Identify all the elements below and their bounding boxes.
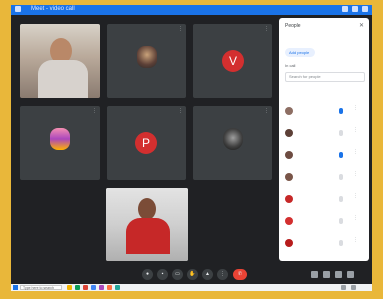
taskbar-search[interactable]: Type here to search	[20, 285, 62, 290]
list-item[interactable]: ⋮	[283, 171, 365, 183]
avatar	[285, 173, 293, 181]
more-icon: ⋮	[220, 271, 225, 277]
list-item[interactable]: ⋮	[283, 193, 365, 205]
more-options-icon[interactable]: ⋮	[353, 150, 358, 155]
window-title: Meet - video call	[31, 6, 75, 12]
participant-avatar: V	[222, 50, 244, 72]
more-button[interactable]: ⋮	[217, 269, 228, 280]
mic-off-icon	[339, 174, 343, 180]
mic-icon	[339, 108, 343, 114]
taskbar-search-placeholder: Type here to search	[23, 286, 54, 290]
mic-icon	[339, 152, 343, 158]
participant-tile[interactable]: ⋮	[193, 106, 272, 180]
add-people-label: Add people	[289, 50, 310, 55]
camera-icon: ▪	[161, 271, 164, 277]
participant-tile[interactable]: ⋮	[20, 106, 100, 180]
more-options-icon[interactable]: ⋮	[178, 27, 183, 32]
activities-icon[interactable]	[347, 271, 354, 278]
system-tray-icon[interactable]	[341, 285, 346, 290]
panel-title: People	[285, 23, 301, 29]
clock-icon[interactable]	[351, 285, 356, 290]
participant-avatar	[223, 128, 243, 150]
end-call-icon: ✆	[237, 271, 243, 277]
participant-avatar: P	[135, 132, 157, 154]
avatar	[285, 151, 293, 159]
people-panel: People ✕ Add people In call Search for p…	[279, 18, 369, 261]
avatar	[285, 239, 293, 247]
participant-tile[interactable]	[20, 24, 100, 98]
captions-icon: ▭	[175, 271, 180, 277]
participant-tile[interactable]: V ⋮	[193, 24, 272, 98]
avatar	[285, 107, 293, 115]
participant-tile[interactable]: ⋮	[107, 24, 186, 98]
close-icon[interactable]	[362, 6, 368, 12]
more-options-icon[interactable]: ⋮	[353, 238, 358, 243]
more-options-icon[interactable]: ⋮	[178, 109, 183, 114]
more-options-icon[interactable]: ⋮	[353, 216, 358, 221]
mic-off-icon	[339, 130, 343, 136]
app-icon[interactable]	[91, 285, 96, 290]
end-call-button[interactable]: ✆	[233, 269, 247, 280]
avatar	[285, 195, 293, 203]
search-input[interactable]: Search for people	[285, 72, 365, 82]
list-item[interactable]: ⋮	[283, 105, 365, 117]
close-icon[interactable]: ✕	[359, 22, 364, 29]
minimize-icon[interactable]	[342, 6, 348, 12]
present-button[interactable]: ▲	[202, 269, 213, 280]
taskbar: Type here to search	[11, 284, 372, 291]
windows-start-icon[interactable]	[13, 285, 18, 290]
more-options-icon[interactable]: ⋮	[353, 172, 358, 177]
app-icon[interactable]	[75, 285, 80, 290]
more-options-icon[interactable]: ⋮	[353, 128, 358, 133]
participant-tile[interactable]: P ⋮	[107, 106, 186, 180]
avatar	[285, 129, 293, 137]
title-bar: Meet - video call	[11, 5, 372, 15]
list-item[interactable]: ⋮	[283, 127, 365, 139]
meeting-window: Meet - video call ⋮ V ⋮ ⋮ P ⋮ ⋮ People ✕…	[11, 5, 372, 291]
search-placeholder: Search for people	[289, 74, 321, 79]
participant-tile[interactable]	[106, 188, 188, 261]
avatar	[285, 217, 293, 225]
browser-icon[interactable]	[83, 285, 88, 290]
mic-icon: ●	[145, 271, 150, 277]
chat-icon[interactable]	[335, 271, 342, 278]
app-icon[interactable]	[107, 285, 112, 290]
captions-button[interactable]: ▭	[172, 269, 183, 280]
camera-button[interactable]: ▪	[157, 269, 168, 280]
participant-avatar	[137, 46, 157, 68]
hand-icon: ✋	[189, 271, 196, 277]
mic-off-icon	[339, 218, 343, 224]
participant-video	[106, 188, 188, 261]
more-options-icon[interactable]: ⋮	[353, 194, 358, 199]
folder-icon[interactable]	[67, 285, 72, 290]
raise-hand-button[interactable]: ✋	[187, 269, 198, 280]
section-label: In call	[285, 63, 296, 68]
list-item[interactable]: ⋮	[283, 215, 365, 227]
list-item[interactable]: ⋮	[283, 237, 365, 249]
call-controls: ● ▪ ▭ ✋ ▲ ⋮ ✆	[11, 266, 372, 284]
app-icon	[15, 6, 21, 12]
more-options-icon[interactable]: ⋮	[92, 109, 97, 114]
mic-button[interactable]: ●	[142, 269, 153, 280]
present-icon: ▲	[205, 271, 210, 277]
more-options-icon[interactable]: ⋮	[353, 106, 358, 111]
add-people-button[interactable]: Add people	[285, 48, 315, 57]
participant-video	[20, 24, 100, 98]
mic-off-icon	[339, 196, 343, 202]
more-options-icon[interactable]: ⋮	[264, 109, 269, 114]
list-item[interactable]: ⋮	[283, 149, 365, 161]
app-icon[interactable]	[115, 285, 120, 290]
maximize-icon[interactable]	[352, 6, 358, 12]
more-options-icon[interactable]: ⋮	[264, 27, 269, 32]
info-icon[interactable]	[311, 271, 318, 278]
mic-off-icon	[339, 240, 343, 246]
video-grid: ⋮ V ⋮ ⋮ P ⋮ ⋮	[11, 15, 279, 266]
people-icon[interactable]	[323, 271, 330, 278]
participant-avatar	[50, 128, 70, 150]
app-icon[interactable]	[99, 285, 104, 290]
